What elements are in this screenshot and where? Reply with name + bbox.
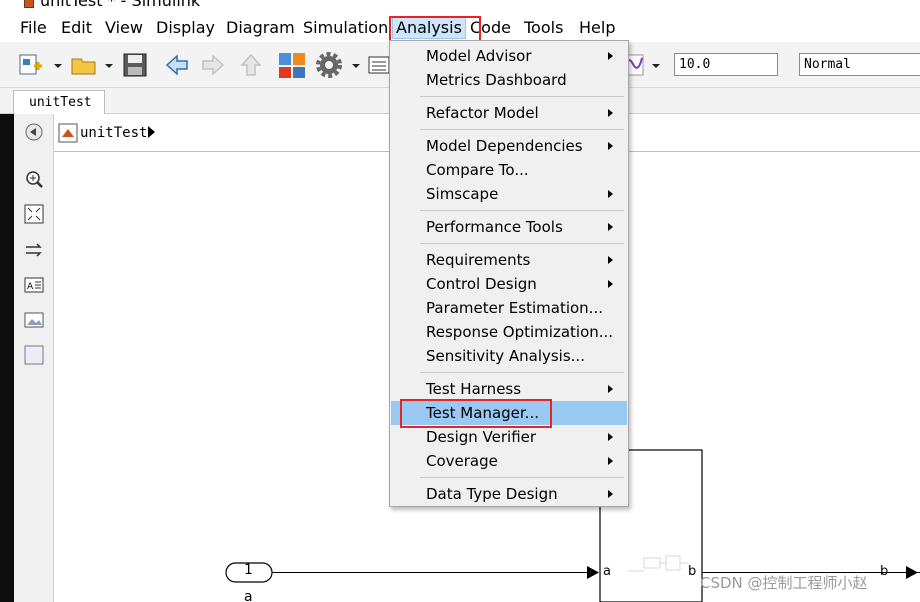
menu-item-performance-tools[interactable]: Performance Tools (391, 215, 627, 239)
svg-text:A: A (27, 282, 34, 292)
tab-unittest[interactable]: unitTest (13, 90, 105, 115)
subsystem-in-port-label: a (603, 564, 611, 579)
menu-bar: File Edit View Display Diagram Simulatio… (0, 14, 920, 42)
signal-arrow-b (906, 566, 918, 579)
tool-palette: A (14, 114, 54, 602)
submenu-arrow-icon (608, 280, 613, 288)
submenu-arrow-icon (608, 433, 613, 441)
menu-view[interactable]: View (105, 18, 143, 38)
inport-number: 1 (244, 562, 253, 578)
menu-item-requirements[interactable]: Requirements (391, 248, 627, 272)
menu-separator (420, 210, 624, 211)
menu-separator (420, 477, 624, 478)
menu-item-simscape[interactable]: Simscape (391, 182, 627, 206)
menu-tools[interactable]: Tools (524, 18, 563, 38)
library-browser-icon[interactable] (278, 52, 306, 78)
menu-item-coverage[interactable]: Coverage (391, 449, 627, 473)
save-icon[interactable] (122, 52, 148, 78)
submenu-arrow-icon (608, 385, 613, 393)
submenu-arrow-icon (608, 256, 613, 264)
hide-explorer-bar-icon[interactable] (24, 122, 44, 142)
simulink-app-icon (24, 0, 34, 8)
annotation-icon[interactable]: A (24, 275, 44, 295)
forward-arrow-icon[interactable] (200, 52, 226, 78)
menu-item-metrics-dashboard[interactable]: Metrics Dashboard (391, 68, 627, 92)
menu-item-parameter-estimation[interactable]: Parameter Estimation... (391, 296, 627, 320)
menu-help[interactable]: Help (579, 18, 615, 38)
submenu-arrow-icon (608, 52, 613, 60)
watermark: CSDN @控制工程师小赵 (700, 574, 868, 592)
menu-simulation[interactable]: Simulation (303, 18, 388, 38)
menu-item-data-type-design[interactable]: Data Type Design (391, 482, 627, 506)
menu-item-control-design[interactable]: Control Design (391, 272, 627, 296)
menu-item-response-optimization[interactable]: Response Optimization... (391, 320, 627, 344)
chevron-down-icon[interactable] (52, 52, 64, 78)
stop-time-input[interactable] (674, 53, 778, 76)
submenu-arrow-icon (608, 457, 613, 465)
chevron-down-icon[interactable] (350, 52, 362, 78)
subsystem-out-port-label: b (688, 564, 697, 579)
image-icon[interactable] (24, 310, 44, 330)
menu-diagram[interactable]: Diagram (226, 18, 295, 38)
menu-display[interactable]: Display (156, 18, 215, 38)
submenu-arrow-icon (608, 142, 613, 150)
outport-label: b (880, 564, 889, 579)
menu-file[interactable]: File (20, 18, 47, 38)
menu-item-test-manager[interactable]: Test Manager... (391, 401, 627, 425)
signal-arrow-a (587, 566, 599, 579)
submenu-arrow-icon (608, 109, 613, 117)
menu-item-design-verifier[interactable]: Design Verifier (391, 425, 627, 449)
simulation-mode-select[interactable]: Normal (799, 53, 920, 76)
menu-separator (420, 129, 624, 130)
menu-code[interactable]: Code (470, 18, 511, 38)
model-icon (58, 123, 78, 143)
menu-item-compare-to[interactable]: Compare To... (391, 158, 627, 182)
open-folder-icon[interactable] (70, 52, 98, 78)
inport-label: a (244, 589, 253, 602)
window-edge-strip (0, 114, 14, 602)
menu-edit[interactable]: Edit (61, 18, 92, 38)
submenu-arrow-icon (608, 223, 613, 231)
menu-item-test-harness[interactable]: Test Harness (391, 377, 627, 401)
model-explorer-icon[interactable] (368, 52, 390, 78)
new-model-icon[interactable] (18, 52, 46, 78)
analysis-menu: Model Advisor Metrics Dashboard Refactor… (389, 40, 629, 507)
back-arrow-icon[interactable] (164, 52, 190, 78)
fit-to-view-icon[interactable] (24, 204, 44, 224)
settings-gear-icon[interactable] (316, 52, 344, 78)
menu-item-refactor-model[interactable]: Refactor Model (391, 101, 627, 125)
menu-item-sensitivity-analysis[interactable]: Sensitivity Analysis... (391, 344, 627, 368)
menu-separator (420, 372, 624, 373)
menu-item-model-dependencies[interactable]: Model Dependencies (391, 134, 627, 158)
menu-analysis[interactable]: Analysis (392, 17, 466, 39)
chevron-down-icon[interactable] (650, 52, 662, 78)
menu-separator (420, 243, 624, 244)
submenu-arrow-icon (608, 490, 613, 498)
menu-separator (420, 96, 624, 97)
up-arrow-icon[interactable] (238, 52, 264, 78)
area-icon[interactable] (24, 345, 44, 365)
breadcrumb-model-name[interactable]: unitTest (80, 125, 147, 141)
submenu-arrow-icon (608, 190, 613, 198)
zoom-icon[interactable] (24, 169, 44, 189)
window-title: unitTest * - Simulink (40, 0, 201, 10)
route-lines-icon[interactable] (24, 240, 44, 260)
title-bar: unitTest * - Simulink (0, 0, 920, 10)
menu-item-model-advisor[interactable]: Model Advisor (391, 44, 627, 68)
chevron-down-icon[interactable] (103, 52, 115, 78)
breadcrumb-arrow-icon[interactable] (148, 126, 155, 138)
